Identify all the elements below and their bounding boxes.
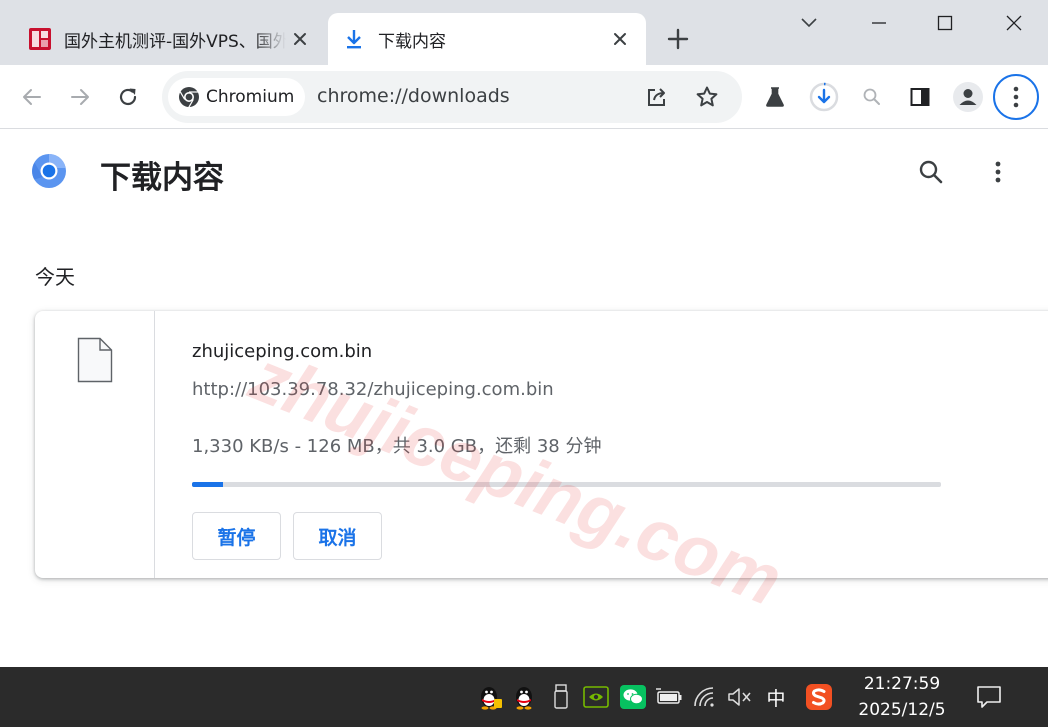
labs-flask-icon[interactable] xyxy=(757,79,793,115)
menu-kebab-icon[interactable] xyxy=(993,74,1039,120)
clock-time: 21:27:59 xyxy=(863,674,941,694)
download-file-name[interactable]: zhujiceping.com.bin xyxy=(192,341,372,362)
wifi-icon[interactable] xyxy=(692,683,720,711)
close-icon[interactable] xyxy=(286,25,314,53)
side-panel-icon[interactable] xyxy=(902,79,938,115)
download-source-url[interactable]: http://103.39.78.32/zhujiceping.com.bin xyxy=(192,379,554,400)
forward-arrow-icon[interactable] xyxy=(62,79,98,115)
more-actions-kebab-icon[interactable] xyxy=(982,156,1014,188)
maximize-icon[interactable] xyxy=(930,8,960,38)
close-icon[interactable] xyxy=(606,25,634,53)
qq-penguin-icon[interactable] xyxy=(476,683,504,711)
download-progress-icon[interactable] xyxy=(806,79,842,115)
tab-zhujiceping[interactable]: 国外主机测评-国外VPS、国外服务器 xyxy=(14,13,326,65)
tab-title: 国外主机测评-国外VPS、国外服务器 xyxy=(64,31,286,52)
download-status-text: 1,330 KB/s - 126 MB，共 3.0 GB，还剩 38 分钟 xyxy=(192,436,602,457)
clock-date: 2025/12/5 xyxy=(858,700,946,720)
tab-strip: 国外主机测评-国外VPS、国外服务器 下载内容 xyxy=(0,0,1048,65)
url-text[interactable]: chrome://downloads xyxy=(317,85,510,107)
download-progress-fill xyxy=(192,482,223,487)
chromium-logo-icon xyxy=(178,86,200,108)
share-icon[interactable] xyxy=(643,83,671,111)
bookmark-star-icon[interactable] xyxy=(693,83,721,111)
download-item-card: zhujiceping.com.bin http://103.39.78.32/… xyxy=(35,311,1048,578)
ime-language-indicator[interactable]: 中 xyxy=(762,683,790,711)
usb-drive-icon[interactable] xyxy=(547,683,575,711)
file-icon xyxy=(77,337,113,387)
back-arrow-icon[interactable] xyxy=(14,79,50,115)
windows-taskbar: 中 21:27:59 2025/12/5 xyxy=(0,667,1048,727)
new-tab-button[interactable] xyxy=(664,25,692,53)
nvidia-icon[interactable] xyxy=(582,683,610,711)
wechat-icon[interactable] xyxy=(619,683,647,711)
taskbar-clock[interactable]: 21:27:59 2025/12/5 xyxy=(850,671,954,723)
sogou-ime-icon[interactable] xyxy=(805,683,833,711)
window-close-icon[interactable] xyxy=(999,8,1029,38)
qq-penguin-icon[interactable] xyxy=(510,683,538,711)
ime-label: 中 xyxy=(766,687,786,710)
pause-button[interactable]: 暂停 xyxy=(192,512,281,560)
page-title: 下载内容 xyxy=(100,160,224,196)
notification-center-icon[interactable] xyxy=(974,682,1004,712)
cancel-button[interactable]: 取消 xyxy=(293,512,382,560)
site-seal-icon xyxy=(28,27,52,51)
reload-icon[interactable] xyxy=(110,79,146,115)
zoom-search-icon[interactable] xyxy=(854,79,890,115)
tab-downloads[interactable]: 下载内容 xyxy=(328,13,646,65)
battery-plug-icon[interactable] xyxy=(655,683,683,711)
section-date-heading: 今天 xyxy=(35,265,75,289)
tab-search-chevron-down-icon[interactable] xyxy=(794,8,824,38)
download-item-icon-column xyxy=(35,311,155,578)
address-bar[interactable]: Chromium chrome://downloads xyxy=(162,71,742,123)
volume-muted-icon[interactable] xyxy=(726,683,754,711)
download-progress-bar xyxy=(192,482,941,487)
chip-label: Chromium xyxy=(206,87,295,107)
minimize-icon[interactable] xyxy=(864,8,894,38)
site-info-chip[interactable]: Chromium xyxy=(168,78,305,116)
browser-toolbar: Chromium chrome://downloads xyxy=(0,65,1048,129)
chromium-logo-icon xyxy=(31,153,67,189)
tab-title: 下载内容 xyxy=(378,31,446,52)
download-icon xyxy=(342,27,366,51)
profile-avatar-icon[interactable] xyxy=(950,79,986,115)
search-icon[interactable] xyxy=(915,156,947,188)
